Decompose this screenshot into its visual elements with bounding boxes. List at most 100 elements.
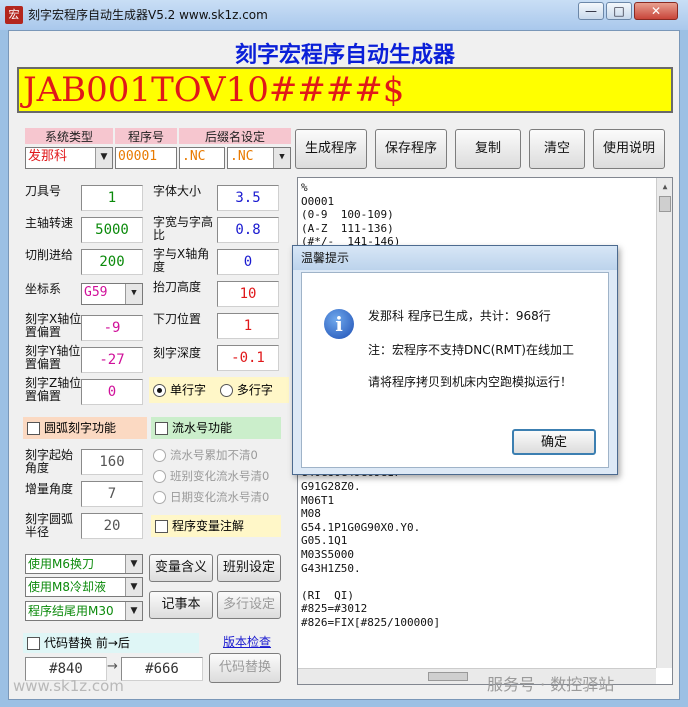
help-button[interactable]: 使用说明: [593, 129, 665, 169]
serial-opt1-radio[interactable]: [153, 449, 166, 462]
arc-engrave-checkbox[interactable]: [27, 422, 40, 435]
code-line: (RI QI): [301, 588, 354, 602]
width-ratio-label: 字宽与字高比: [153, 215, 214, 242]
code-line: M08: [301, 507, 321, 521]
single-line-label: 单行字: [170, 383, 207, 397]
system-type-value: 发那科: [28, 149, 68, 164]
replace-checkbox[interactable]: [27, 637, 40, 650]
code-line: M03S5000: [301, 548, 354, 562]
serial-opt2-radio[interactable]: [153, 470, 166, 483]
dialog-line3: 请将程序拷贝到机床内空跑模拟运行！: [368, 375, 573, 389]
z-offset-input[interactable]: 0: [81, 379, 143, 405]
incr-angle-label: 增量角度: [25, 482, 74, 496]
replace-toggle[interactable]: 代码替换 前→后: [23, 633, 199, 653]
dialog-title: 温馨提示: [293, 246, 617, 270]
chevron-down-icon: ▼: [125, 284, 142, 304]
lift-input[interactable]: 10: [217, 281, 279, 307]
coord-select[interactable]: G59 ▼: [81, 283, 143, 305]
coord-value: G59: [84, 285, 108, 300]
feed-input[interactable]: 200: [81, 249, 143, 275]
code-line: G05.1Q1: [301, 534, 348, 548]
tool-no-input[interactable]: 1: [81, 185, 143, 211]
y-offset-label: 刻字Y轴位置偏置: [25, 344, 81, 371]
m30-value: 程序结尾用M30: [28, 604, 114, 618]
x-offset-input[interactable]: -9: [81, 315, 143, 341]
single-line-radio[interactable]: [153, 384, 166, 397]
vertical-scrollbar[interactable]: ▲: [656, 178, 672, 668]
notepad-button[interactable]: 记事本: [149, 591, 213, 619]
coord-label: 坐标系: [25, 282, 62, 296]
minimize-button[interactable]: —: [578, 2, 604, 20]
version-check-link[interactable]: 版本检查: [223, 633, 271, 650]
code-line: M06T1: [301, 493, 335, 507]
angle-input[interactable]: 0: [217, 249, 279, 275]
suffix-select-2[interactable]: .NC ▼: [227, 147, 291, 169]
scroll-thumb[interactable]: [659, 196, 671, 212]
spindle-input[interactable]: 5000: [81, 217, 143, 243]
serial-options: 流水号累加不清0 班别变化流水号清0 日期变化流水号清0: [153, 445, 283, 508]
serial-opt3-label: 日期变化流水号清0: [170, 490, 270, 504]
program-no-input[interactable]: 00001: [115, 147, 177, 169]
line-mode-group: 单行字 多行字: [149, 377, 289, 403]
dialog-line2: 注：宏程序不支持DNC(RMT)在线加工: [368, 343, 574, 357]
system-type-label: 系统类型: [25, 128, 113, 144]
z-offset-label: 刻字Z轴位置偏置: [25, 376, 82, 403]
radius-input[interactable]: 20: [81, 513, 143, 539]
m6-select[interactable]: 使用M6换刀 ▼: [25, 554, 143, 574]
code-line: %: [301, 181, 308, 194]
code-line: O0001: [301, 194, 335, 208]
hscroll-thumb[interactable]: [428, 672, 468, 681]
m30-select[interactable]: 程序结尾用M30 ▼: [25, 601, 143, 621]
depth-input[interactable]: -0.1: [217, 345, 279, 371]
copy-button[interactable]: 复制: [455, 129, 521, 169]
chevron-down-icon: ▼: [95, 148, 112, 168]
dialog-body: i 发那科 程序已生成，共计：968行 注：宏程序不支持DNC(RMT)在线加工…: [301, 272, 609, 468]
clear-button[interactable]: 清空: [529, 129, 585, 169]
multi-set-button[interactable]: 多行设定: [217, 591, 281, 619]
y-offset-input[interactable]: -27: [81, 347, 143, 373]
shift-set-button[interactable]: 班别设定: [217, 554, 281, 582]
chevron-down-icon: ▼: [125, 602, 142, 620]
m8-select[interactable]: 使用M8冷却液 ▼: [25, 577, 143, 597]
info-dialog: 温馨提示 i 发那科 程序已生成，共计：968行 注：宏程序不支持DNC(RMT…: [292, 245, 618, 475]
engrave-text-input[interactable]: JAB001TOV10####$: [17, 67, 673, 113]
replace-to-input[interactable]: #666: [121, 657, 203, 681]
maximize-button[interactable]: □: [606, 2, 632, 20]
dialog-ok-button[interactable]: 确定: [512, 429, 596, 455]
suffix-2-value: .NC: [230, 149, 254, 164]
generate-button[interactable]: 生成程序: [295, 129, 367, 169]
app-icon: 宏: [5, 6, 23, 24]
radius-label: 刻字圆弧半径: [25, 512, 74, 539]
start-angle-input[interactable]: 160: [81, 449, 143, 475]
code-line: #825=#3012: [301, 602, 368, 616]
code-line: #826=FIX[#825/100000]: [301, 616, 441, 629]
code-line: G43H1Z50.: [301, 561, 361, 575]
serial-opt3-radio[interactable]: [153, 491, 166, 504]
system-type-select[interactable]: 发那科 ▼: [25, 147, 113, 169]
multi-line-radio[interactable]: [219, 384, 233, 397]
down-input[interactable]: 1: [217, 313, 279, 339]
code-replace-button[interactable]: 代码替换: [209, 653, 281, 683]
chevron-down-icon: ▼: [125, 578, 142, 596]
var-note-checkbox[interactable]: [155, 520, 168, 533]
serial-checkbox[interactable]: [155, 422, 168, 435]
arc-engrave-toggle[interactable]: 圆弧刻字功能: [23, 417, 147, 439]
incr-angle-input[interactable]: 7: [81, 481, 143, 507]
scroll-up-icon[interactable]: ▲: [659, 180, 671, 192]
dialog-line1: 发那科 程序已生成，共计：968行: [368, 309, 551, 323]
suffix-input-1[interactable]: .NC: [179, 147, 225, 169]
spindle-label: 主轴转速: [25, 216, 74, 230]
replace-label: 代码替换 前→后: [44, 636, 130, 650]
var-meaning-button[interactable]: 变量含义: [149, 554, 213, 582]
save-button[interactable]: 保存程序: [375, 129, 447, 169]
window-title: 刻字宏程序自动生成器V5.2 www.sk1z.com: [28, 8, 268, 22]
close-button[interactable]: ✕: [634, 2, 678, 20]
var-note-toggle[interactable]: 程序变量注解: [151, 515, 281, 537]
var-note-label: 程序变量注解: [172, 519, 245, 533]
watermark-right: 服务号 · 数控驿站: [487, 675, 615, 694]
serial-toggle[interactable]: 流水号功能: [151, 417, 281, 439]
watermark-left: www.sk1z.com: [13, 677, 124, 695]
width-ratio-input[interactable]: 0.8: [217, 217, 279, 243]
font-size-input[interactable]: 3.5: [217, 185, 279, 211]
